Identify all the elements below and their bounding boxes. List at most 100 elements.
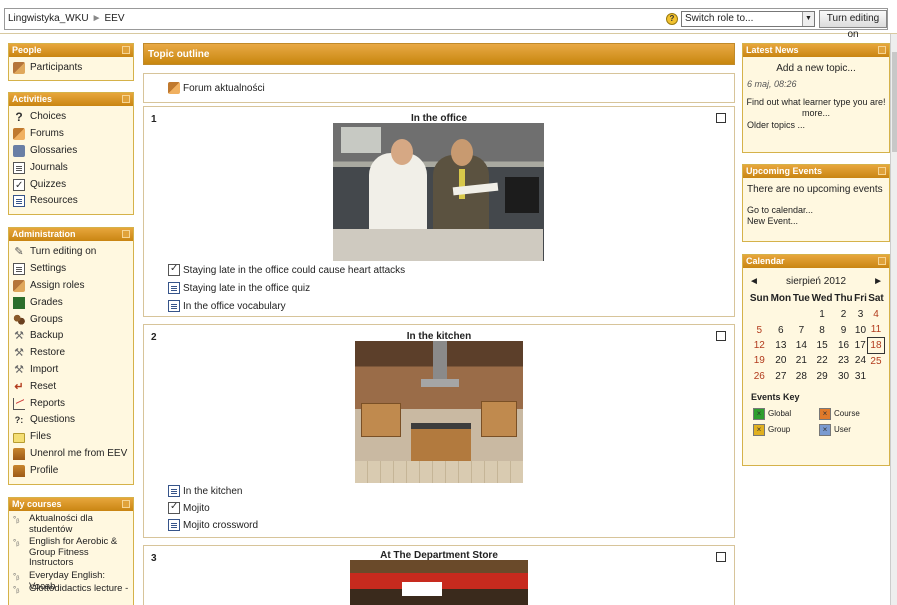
- admin-link-unenrol[interactable]: Unenrol me from EEV: [13, 446, 129, 463]
- course-link[interactable]: °ᵦ English for Aerobic & Group Fitness In…: [13, 536, 129, 571]
- breadcrumb-home-link[interactable]: Lingwistyka_WKU: [8, 13, 89, 24]
- news-item-link[interactable]: Find out what learner type you are! more…: [743, 89, 889, 119]
- collapse-icon[interactable]: [122, 46, 130, 54]
- activity-link-choices[interactable]: ? Choices: [13, 109, 129, 126]
- calendar-day[interactable]: 6: [770, 322, 792, 337]
- calendar-day[interactable]: 17: [854, 338, 868, 353]
- section-3: 3 At The Department Store: [143, 545, 735, 605]
- collapse-icon[interactable]: [878, 257, 886, 265]
- pencil-icon: ✎: [14, 246, 24, 259]
- calendar-day[interactable]: 1: [811, 307, 834, 322]
- course-link[interactable]: °ᵦ Aktualności dla studentów: [13, 513, 129, 537]
- calendar-day[interactable]: 8: [811, 322, 834, 337]
- calendar-day[interactable]: 7: [792, 322, 811, 337]
- course-content: Topic outline Forum aktualności 1 In the…: [143, 43, 735, 605]
- vertical-scrollbar[interactable]: [890, 34, 897, 605]
- calendar-day[interactable]: 19: [749, 353, 770, 368]
- more-link[interactable]: more...: [746, 108, 886, 119]
- activity-link-journals[interactable]: Journals: [13, 159, 129, 176]
- next-month-icon[interactable]: ►: [873, 276, 883, 287]
- admin-link-reports[interactable]: Reports: [13, 395, 129, 412]
- help-icon[interactable]: ?: [666, 13, 678, 25]
- calendar-day[interactable]: 25: [867, 353, 884, 368]
- admin-link-backup[interactable]: ⚒ Backup: [13, 328, 129, 345]
- add-topic-link[interactable]: Add a new topic...: [743, 57, 889, 74]
- activity-link[interactable]: In the kitchen: [168, 485, 242, 497]
- calendar-day[interactable]: 29: [811, 369, 834, 384]
- calendar-day: [749, 307, 770, 322]
- calendar-day[interactable]: 13: [770, 338, 792, 353]
- calendar-day[interactable]: 12: [749, 338, 770, 353]
- calendar-day[interactable]: 30: [834, 369, 854, 384]
- forum-activity-link[interactable]: Forum aktualności: [168, 82, 265, 94]
- dropdown-arrow-icon[interactable]: ▼: [802, 12, 814, 26]
- upcoming-events-header: Upcoming Events: [743, 165, 889, 178]
- calendar-day[interactable]: 28: [792, 369, 811, 384]
- activity-link[interactable]: In the office vocabulary: [168, 300, 286, 312]
- admin-link-assign-roles[interactable]: Assign roles: [13, 278, 129, 295]
- collapse-icon[interactable]: [878, 167, 886, 175]
- calendar-day[interactable]: 11: [867, 322, 884, 337]
- admin-link-import[interactable]: ⚒ Import: [13, 362, 129, 379]
- calendar-day[interactable]: 9: [834, 322, 854, 337]
- collapse-icon[interactable]: [122, 500, 130, 508]
- calendar-day[interactable]: 22: [811, 353, 834, 368]
- calendar-day[interactable]: 21: [792, 353, 811, 368]
- activity-link[interactable]: Mojito crossword: [168, 519, 258, 531]
- events-key-item[interactable]: × Course: [819, 407, 879, 420]
- calendar-day[interactable]: 27: [770, 369, 792, 384]
- calendar-day[interactable]: 15: [811, 338, 834, 353]
- scrollbar-thumb[interactable]: [892, 52, 897, 152]
- highlight-checkbox[interactable]: [716, 331, 726, 341]
- calendar-day[interactable]: 24: [854, 353, 868, 368]
- calendar-day[interactable]: 26: [749, 369, 770, 384]
- activity-link-glossaries[interactable]: Glossaries: [13, 143, 129, 160]
- calendar-day[interactable]: 20: [770, 353, 792, 368]
- calendar-day[interactable]: 3: [854, 307, 868, 322]
- events-key-item[interactable]: × Global: [753, 407, 819, 420]
- admin-link-profile[interactable]: Profile: [13, 462, 129, 479]
- collapse-icon[interactable]: [122, 95, 130, 103]
- calendar-day[interactable]: 14: [792, 338, 811, 353]
- collapse-icon[interactable]: [878, 46, 886, 54]
- switch-role-select[interactable]: Switch role to... ▼: [681, 11, 815, 27]
- prev-month-icon[interactable]: ◄: [749, 276, 759, 287]
- admin-link-groups[interactable]: Groups: [13, 311, 129, 328]
- admin-label: Turn editing on: [30, 246, 97, 258]
- admin-link-grades[interactable]: Grades: [13, 294, 129, 311]
- calendar-day[interactable]: 31: [854, 369, 868, 384]
- calendar-day[interactable]: 10: [854, 322, 868, 337]
- participants-link[interactable]: Participants: [13, 60, 129, 77]
- older-topics-link[interactable]: Older topics ...: [743, 119, 889, 131]
- calendar-weekday: Mon: [770, 292, 792, 304]
- navbar-inner: Lingwistyka_WKU ► EEV ? Switch role to... …: [4, 8, 888, 40]
- go-to-calendar-link[interactable]: Go to calendar...: [747, 205, 885, 216]
- activity-link[interactable]: Mojito: [168, 501, 210, 514]
- turn-editing-on-button[interactable]: Turn editing on: [819, 10, 887, 40]
- events-key-item[interactable]: × Group: [753, 423, 819, 436]
- admin-link-reset[interactable]: ↵ Reset: [13, 378, 129, 395]
- admin-label: Reports: [30, 397, 66, 409]
- activity-link[interactable]: Staying late in the office quiz: [168, 282, 310, 294]
- activity-link-quizzes[interactable]: Quizzes: [13, 176, 129, 194]
- admin-link-turn-editing[interactable]: ✎ Turn editing on: [13, 244, 129, 261]
- calendar-day[interactable]: 2: [834, 307, 854, 322]
- calendar-day[interactable]: 16: [834, 338, 854, 353]
- activity-link-forums[interactable]: Forums: [13, 126, 129, 143]
- course-link[interactable]: °ᵦ Glottodidactics lecture -: [13, 583, 129, 596]
- admin-link-files[interactable]: Files: [13, 429, 129, 446]
- calendar-day[interactable]: 4: [867, 307, 884, 322]
- calendar-day[interactable]: 23: [834, 353, 854, 368]
- calendar-day[interactable]: 5: [749, 322, 770, 337]
- collapse-icon[interactable]: [122, 230, 130, 238]
- admin-link-questions[interactable]: ?: Questions: [13, 412, 129, 429]
- new-event-link[interactable]: New Event...: [747, 216, 885, 227]
- highlight-checkbox[interactable]: [716, 113, 726, 123]
- events-key-item[interactable]: × User: [819, 423, 879, 436]
- highlight-checkbox[interactable]: [716, 552, 726, 562]
- activity-link[interactable]: Staying late in the office could cause h…: [168, 263, 405, 276]
- admin-link-restore[interactable]: ⚒ Restore: [13, 345, 129, 362]
- admin-link-settings[interactable]: Settings: [13, 261, 129, 278]
- activity-link-resources[interactable]: Resources: [13, 193, 129, 210]
- calendar-day[interactable]: 18: [866, 337, 886, 354]
